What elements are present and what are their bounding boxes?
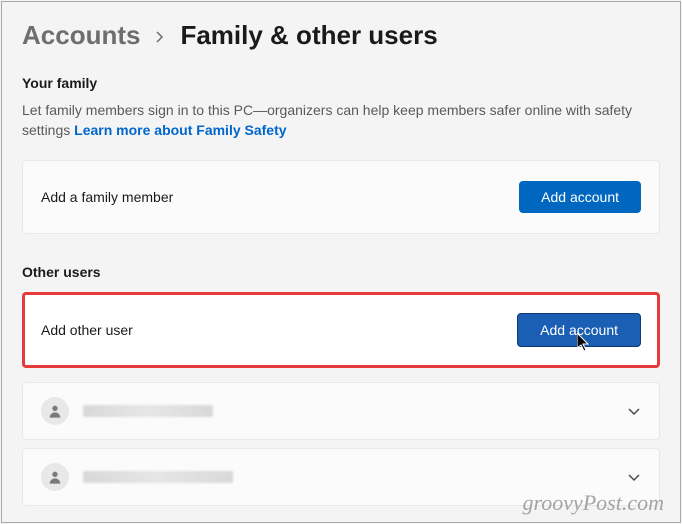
add-other-user-card: Add other user Add account <box>22 292 660 368</box>
person-icon <box>47 469 63 485</box>
person-icon <box>47 403 63 419</box>
user-name-redacted <box>83 405 213 417</box>
user-row[interactable] <box>22 448 660 506</box>
avatar <box>41 397 69 425</box>
breadcrumb-parent[interactable]: Accounts <box>22 20 140 51</box>
user-row[interactable] <box>22 382 660 440</box>
breadcrumb: Accounts Family & other users <box>22 20 660 51</box>
add-family-member-card: Add a family member Add account <box>22 160 660 234</box>
family-section-description: Let family members sign in to this PC—or… <box>22 101 660 140</box>
chevron-right-icon <box>154 27 166 48</box>
chevron-down-icon <box>627 404 641 418</box>
other-users-section-title: Other users <box>22 264 660 280</box>
add-other-account-button[interactable]: Add account <box>517 313 641 347</box>
add-family-member-label: Add a family member <box>41 189 173 205</box>
breadcrumb-current: Family & other users <box>180 20 437 51</box>
add-other-user-label: Add other user <box>41 322 133 338</box>
family-section-title: Your family <box>22 75 660 91</box>
chevron-down-icon <box>627 470 641 484</box>
avatar <box>41 463 69 491</box>
add-family-account-button[interactable]: Add account <box>519 181 641 213</box>
family-safety-link[interactable]: Learn more about Family Safety <box>74 122 286 138</box>
user-name-redacted <box>83 471 233 483</box>
